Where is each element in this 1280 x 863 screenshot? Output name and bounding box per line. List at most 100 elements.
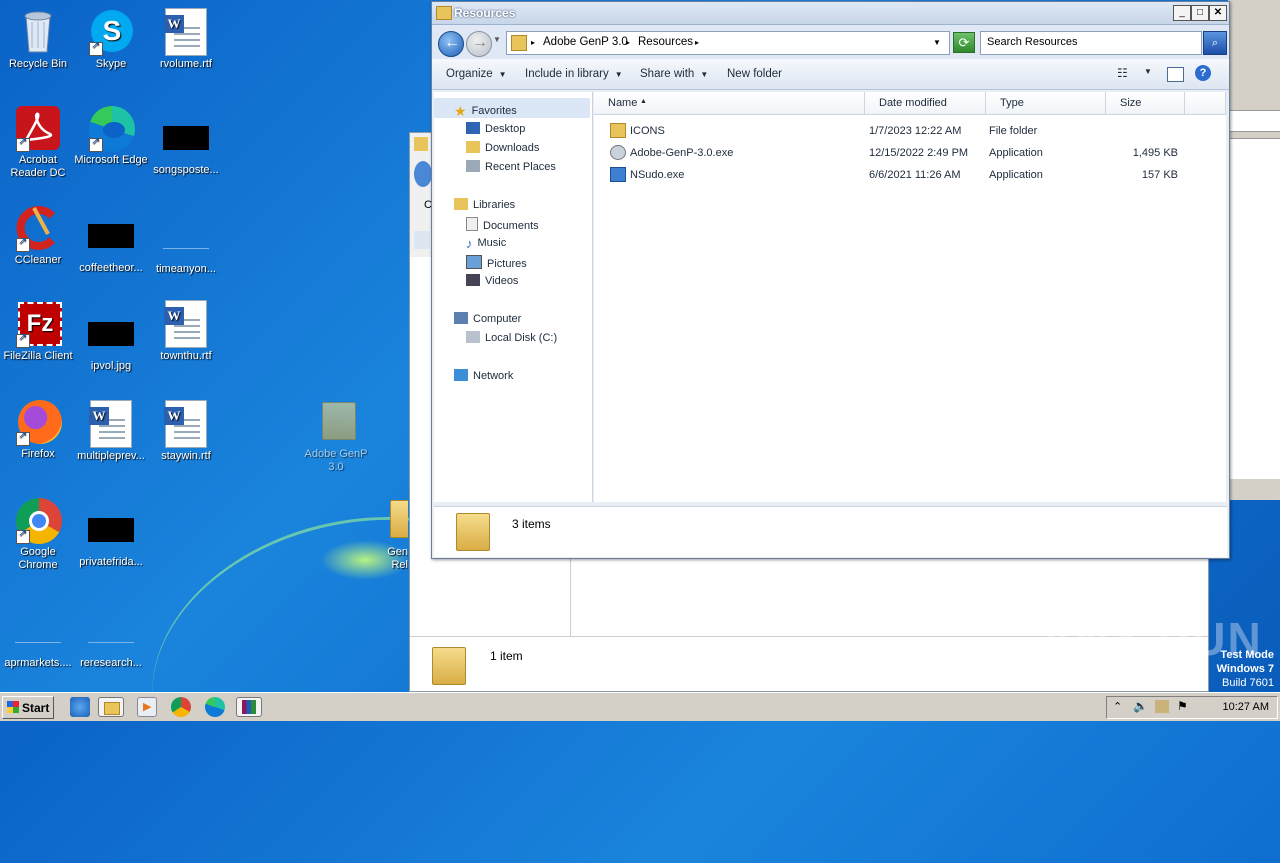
start-button[interactable]: Start <box>2 696 54 719</box>
internet-explorer-icon[interactable] <box>70 697 90 717</box>
chrome-icon[interactable] <box>171 697 191 717</box>
file-thumbnail <box>163 126 209 150</box>
maximize-button[interactable]: □ <box>1191 5 1209 21</box>
desktop-icon-staywin[interactable]: W staywin.rtf <box>148 400 224 463</box>
desktop-icon-skype[interactable]: S Skype <box>73 8 149 71</box>
help-icon[interactable]: ? <box>1195 65 1211 81</box>
shortcut-arrow-icon <box>16 528 30 544</box>
search-button[interactable]: ⌕ <box>1203 31 1227 55</box>
minimize-button[interactable]: _ <box>1173 5 1191 21</box>
music-icon: ♪ <box>466 236 473 251</box>
background-window-edge <box>1228 0 1280 500</box>
nav-libraries[interactable]: Libraries <box>454 198 515 211</box>
nav-music[interactable]: ♪ Music <box>466 236 506 251</box>
breadcrumb-separator-icon[interactable]: ▸ <box>626 38 630 47</box>
recycle-bin-icon <box>14 8 62 56</box>
share-with-menu[interactable]: Share with ▼ <box>640 68 708 80</box>
desktop-icon-multipleprev[interactable]: W multipleprev... <box>73 400 149 463</box>
back-button[interactable]: ← <box>438 31 464 57</box>
desktop-icon-aprmarkets[interactable]: aprmarkets.... <box>0 618 76 670</box>
breadcrumb-resources[interactable]: Resources <box>638 36 693 48</box>
close-button[interactable]: ✕ <box>1209 5 1227 21</box>
column-size[interactable]: Size <box>1106 92 1185 115</box>
file-row[interactable]: ICONS 1/7/2023 12:22 AM File folder <box>610 122 1210 140</box>
status-bar: 3 items <box>434 506 1227 557</box>
file-icon <box>88 618 134 643</box>
nav-network[interactable]: Network <box>454 369 513 382</box>
word-document-icon: W <box>87 400 135 448</box>
nav-downloads[interactable]: Downloads <box>466 141 539 154</box>
nav-pictures[interactable]: Pictures <box>466 255 527 270</box>
folder-icon <box>432 647 466 685</box>
desktop-icon-townthu[interactable]: W townthu.rtf <box>148 300 224 363</box>
nav-recent-places[interactable]: Recent Places <box>466 160 556 173</box>
preview-pane-button[interactable] <box>1167 67 1184 82</box>
nav-desktop[interactable]: Desktop <box>466 122 525 135</box>
address-row: ← → ▼ ▸ Adobe GenP 3.0 ▸ Resources ▸ ▼ ⟳… <box>432 25 1229 59</box>
desktop-icon-acrobat[interactable]: Acrobat Reader DC <box>0 104 76 180</box>
edge-icon[interactable] <box>205 697 225 717</box>
column-date-modified[interactable]: Date modified <box>865 92 986 115</box>
desktop-icon-rvolume[interactable]: W rvolume.rtf <box>148 8 224 71</box>
pictures-icon <box>466 255 482 269</box>
desktop-icon-chrome[interactable]: Google Chrome <box>0 496 76 572</box>
winrar-taskbar-button[interactable] <box>236 697 262 717</box>
desktop-icon-gen-rel[interactable]: Gen Rel <box>368 496 408 572</box>
edge-icon <box>87 104 135 152</box>
desktop-icon-adobe-genp[interactable]: Adobe GenP 3.0 <box>298 398 374 474</box>
include-in-library-menu[interactable]: Include in library ▼ <box>525 68 623 80</box>
nav-favorites[interactable]: ★ Favorites <box>454 103 517 119</box>
media-player-icon[interactable]: ▶ <box>137 697 157 717</box>
desktop-icon-recycle-bin[interactable]: Recycle Bin <box>0 8 76 71</box>
nav-computer[interactable]: Computer <box>454 312 521 325</box>
address-bar[interactable]: ▸ Adobe GenP 3.0 ▸ Resources ▸ ▼ <box>506 31 950 55</box>
column-name[interactable]: Name ▲ <box>594 92 865 115</box>
desktop-icon-ipvol[interactable]: ipvol.jpg <box>73 312 149 373</box>
desktop-icon-timeanyon[interactable]: timeanyon... <box>148 224 224 276</box>
desktop-icon-filezilla[interactable]: Fz FileZilla Client <box>0 300 76 363</box>
file-row[interactable]: Adobe-GenP-3.0.exe 12/15/2022 2:49 PM Ap… <box>610 144 1210 162</box>
organize-menu[interactable]: Organize ▼ <box>446 68 507 80</box>
file-row[interactable]: NSudo.exe 6/6/2021 11:26 AM Application … <box>610 166 1210 184</box>
refresh-button[interactable]: ⟳ <box>953 32 975 53</box>
desktop-icon-firefox[interactable]: Firefox <box>0 398 76 461</box>
nav-local-disk[interactable]: Local Disk (C:) <box>466 331 557 344</box>
nav-videos[interactable]: Videos <box>466 274 518 287</box>
desktop-icon-edge[interactable]: Microsoft Edge <box>73 104 149 167</box>
flag-icon[interactable]: ⚑ <box>1177 699 1188 713</box>
folder-icon <box>104 702 120 715</box>
show-hidden-icons-icon[interactable]: ⌃ <box>1113 700 1122 713</box>
address-dropdown-icon[interactable]: ▼ <box>933 38 941 47</box>
desktop-icon-songsposte[interactable]: songsposte... <box>148 116 224 177</box>
view-options-icon[interactable]: ☷ <box>1117 66 1128 80</box>
drive-icon <box>466 331 480 343</box>
star-icon: ★ <box>454 103 467 119</box>
nav-documents[interactable]: Documents <box>466 217 539 232</box>
desktop-icon-ccleaner[interactable]: CCleaner <box>0 204 76 267</box>
column-type[interactable]: Type <box>986 92 1106 115</box>
search-input[interactable]: Search Resources <box>980 31 1202 55</box>
explorer-taskbar-button[interactable] <box>98 697 124 717</box>
volume-icon[interactable]: 🔈 <box>1133 699 1148 713</box>
word-document-icon: W <box>162 8 210 56</box>
forward-button[interactable]: → <box>466 31 492 57</box>
desktop-icon <box>466 122 480 134</box>
explorer-window[interactable]: Resources _ □ ✕ ← → ▼ ▸ Adobe GenP 3.0 ▸… <box>431 1 1230 559</box>
desktop-icon-privatefrida[interactable]: privatefrida... <box>73 508 149 569</box>
clock[interactable]: 10:27 AM <box>1223 701 1269 713</box>
folder-icon <box>414 137 428 151</box>
history-dropdown-icon[interactable]: ▼ <box>493 35 501 44</box>
folder-icon <box>456 513 490 551</box>
breadcrumb-separator-icon[interactable]: ▸ <box>531 38 535 47</box>
breadcrumb-separator-icon[interactable]: ▸ <box>695 38 699 47</box>
new-folder-button[interactable]: New folder <box>727 68 782 80</box>
shortcut-arrow-icon <box>89 136 103 152</box>
view-dropdown-icon[interactable]: ▼ <box>1144 67 1152 76</box>
back-arrow-icon: ← <box>444 34 460 51</box>
desktop-icon-reresearch[interactable]: reresearch... <box>73 618 149 670</box>
test-mode-notice: Test Mode Windows 7 Build 7601 <box>1216 649 1274 689</box>
desktop-icon-coffeetheor[interactable]: coffeetheor... <box>73 214 149 275</box>
title-bar[interactable]: Resources _ □ ✕ <box>432 2 1229 25</box>
breadcrumb-adobe-genp[interactable]: Adobe GenP 3.0 <box>543 36 628 48</box>
power-icon[interactable] <box>1155 700 1169 713</box>
